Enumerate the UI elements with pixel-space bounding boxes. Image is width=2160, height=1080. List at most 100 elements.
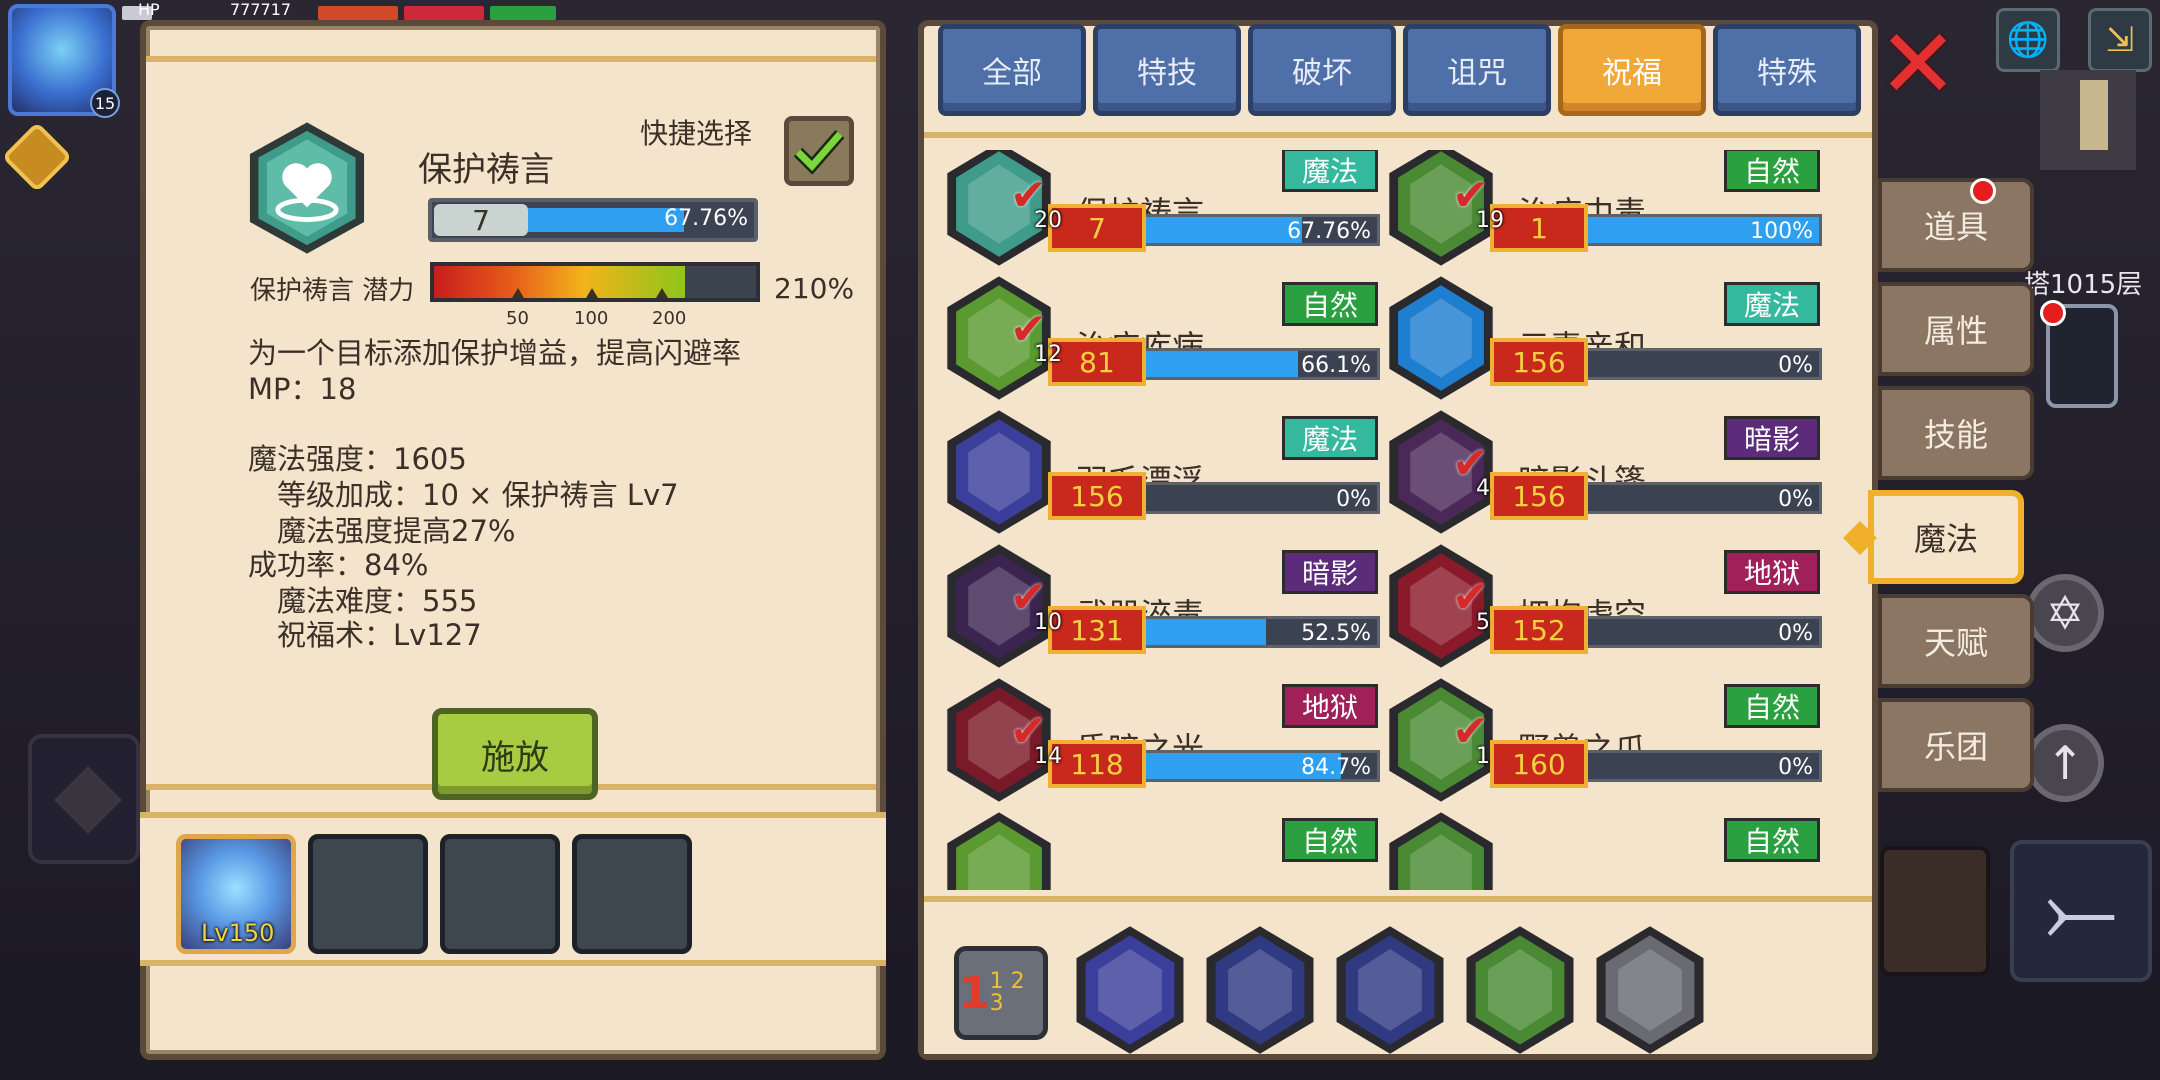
skill-row[interactable]: 魔法元素亲和0%156 bbox=[1386, 274, 1826, 404]
skill-progress-bar: 0% bbox=[1582, 482, 1822, 514]
skill-row[interactable]: 自然治疗疾病66.1%81✔12 bbox=[944, 274, 1384, 404]
poison-drop-icon[interactable] bbox=[1462, 924, 1578, 1056]
slot-page-switch[interactable]: 1 1 2 3 bbox=[954, 946, 1048, 1040]
potential-tick-label: 100 bbox=[574, 308, 609, 329]
skill-slot-count: 5 bbox=[1476, 610, 1490, 635]
hexagram-ring-icon[interactable]: ✡ bbox=[2026, 574, 2104, 652]
runner-icon[interactable] bbox=[1332, 924, 1448, 1056]
skill-progress-text: 0% bbox=[1336, 487, 1371, 512]
tab-5[interactable]: 特殊 bbox=[1713, 24, 1861, 116]
coin-icon[interactable] bbox=[1, 121, 73, 193]
skill-list-panel: 全部特技破坏诅咒祝福特殊 魔法保护祷言67.76%7✔20自然治疗中毒100%1… bbox=[918, 20, 1878, 1060]
arrow-icon[interactable] bbox=[1592, 924, 1708, 1056]
partial-icon bbox=[1386, 810, 1496, 890]
skill-progress-fill bbox=[1143, 351, 1298, 377]
skill-progress-fill bbox=[1143, 217, 1302, 243]
skill-level-number: 81 bbox=[1048, 338, 1146, 386]
skill-level-number: 156 bbox=[1490, 338, 1588, 386]
cast-button[interactable]: 施放 bbox=[432, 708, 598, 800]
skill-level-number: 131 bbox=[1048, 606, 1146, 654]
skill-progress-bar: 52.5% bbox=[1140, 616, 1380, 648]
skill-category-badge: 地狱 bbox=[1724, 550, 1820, 594]
dpad-left[interactable] bbox=[28, 734, 140, 864]
side-tab-5[interactable]: 乐团 bbox=[1878, 698, 2034, 792]
skill-level-number: 152 bbox=[1490, 606, 1588, 654]
skill-level-number: 156 bbox=[1490, 472, 1588, 520]
tabs-divider bbox=[924, 132, 1872, 138]
hp-value: 777717 bbox=[230, 0, 292, 19]
skill-row[interactable]: 地狱昏暗之光84.7%118✔14 bbox=[944, 676, 1384, 806]
exit-icon[interactable]: ⇲ bbox=[2088, 8, 2152, 72]
skill-category-badge: 地狱 bbox=[1282, 684, 1378, 728]
status-bar-green bbox=[490, 6, 556, 20]
skill-progress-text: 66.1% bbox=[1301, 353, 1371, 378]
skill-progress-bar: 67.76% bbox=[1140, 214, 1380, 246]
skill-level-number: 156 bbox=[1048, 472, 1146, 520]
skill-category-badge: 自然 bbox=[1282, 818, 1378, 862]
side-tab-1[interactable]: 属性 bbox=[1878, 282, 2034, 376]
skill-slot-count: 12 bbox=[1034, 342, 1062, 367]
skill-progress-bar: 0% bbox=[1582, 616, 1822, 648]
potential-tick-label: 200 bbox=[652, 308, 687, 329]
skill-row[interactable]: 自然治疗中毒100%1✔19 bbox=[1386, 150, 1826, 270]
globe-icon[interactable]: 🌐 bbox=[1996, 8, 2060, 72]
skill-row[interactable]: 自然 bbox=[1386, 810, 1826, 890]
quick-select-checkbox[interactable] bbox=[784, 116, 854, 186]
potential-label: 保护祷言 潜力 bbox=[250, 276, 415, 306]
skill-row[interactable]: 地狱拥抱虚空0%152✔5 bbox=[1386, 542, 1826, 672]
skill-row[interactable]: 自然 bbox=[944, 810, 1384, 890]
close-icon[interactable]: ✕ bbox=[1876, 8, 1960, 120]
skill-slot-count: 20 bbox=[1034, 208, 1062, 233]
skill-mp-cost: MP：18 bbox=[248, 372, 357, 406]
skill-level-bar: 66.1% 81 bbox=[1048, 338, 1380, 388]
notification-dot bbox=[1970, 178, 1996, 204]
skill-row[interactable]: 自然野兽之爪0%160✔1 bbox=[1386, 676, 1826, 806]
skill-level-number: 160 bbox=[1490, 740, 1588, 788]
skill-row[interactable]: 魔法保护祷言67.76%7✔20 bbox=[944, 150, 1384, 270]
skill-progress-text: 67.76% bbox=[1287, 219, 1371, 244]
skill-progress-bar: 66.1% bbox=[1140, 348, 1380, 380]
party-slot-empty[interactable] bbox=[308, 834, 428, 954]
skill-row[interactable]: 暗影暗影斗篷0%156✔4 bbox=[1386, 408, 1826, 538]
skill-level-bar: 52.5% 131 bbox=[1048, 606, 1380, 656]
skill-progress-bar: 0% bbox=[1582, 750, 1822, 782]
tab-2[interactable]: 破坏 bbox=[1248, 24, 1396, 116]
side-tab-0[interactable]: 道具 bbox=[1878, 178, 2034, 272]
weapon-slot[interactable] bbox=[1880, 846, 1990, 976]
skill-row[interactable]: 魔法羽毛漂浮0%156 bbox=[944, 408, 1384, 538]
skill-slot-count: 1 bbox=[1476, 744, 1490, 769]
bow-icon[interactable]: ⤚ bbox=[2010, 840, 2152, 982]
phone-notification-dot bbox=[2040, 300, 2066, 326]
side-tab-2[interactable]: 技能 bbox=[1878, 386, 2034, 480]
skill-progress-text: 0% bbox=[1778, 755, 1813, 780]
skill-row[interactable]: 暗影武器淬毒52.5%131✔10 bbox=[944, 542, 1384, 672]
potential-tick-200 bbox=[656, 288, 668, 298]
eye-icon[interactable] bbox=[1072, 924, 1188, 1056]
tab-0[interactable]: 全部 bbox=[938, 24, 1086, 116]
heart-icon bbox=[246, 120, 368, 256]
potential-tick-100 bbox=[586, 288, 598, 298]
hp-label: HP bbox=[138, 0, 160, 19]
party-slot-hero[interactable]: Lv150 bbox=[176, 834, 296, 954]
droplets-icon bbox=[1386, 274, 1496, 402]
tab-3[interactable]: 诅咒 bbox=[1403, 24, 1551, 116]
skill-detail-panel: 保护祷言 快捷选择 7 67.76% 保护祷言 潜力 50 100 200 21… bbox=[140, 20, 886, 1060]
tab-4[interactable]: 祝福 bbox=[1558, 24, 1706, 116]
boot-icon[interactable] bbox=[1202, 924, 1318, 1056]
party-slot-empty[interactable] bbox=[572, 834, 692, 954]
skill-list[interactable]: 魔法保护祷言67.76%7✔20自然治疗中毒100%1✔19自然治疗疾病66.1… bbox=[944, 150, 1854, 890]
skill-progress-bar: 0% bbox=[1140, 482, 1380, 514]
party-slot-empty[interactable] bbox=[440, 834, 560, 954]
skill-category-badge: 自然 bbox=[1724, 684, 1820, 728]
skill-progress-text: 0% bbox=[1778, 487, 1813, 512]
side-tab-4[interactable]: 天赋 bbox=[1878, 594, 2034, 688]
side-tab-3[interactable]: 魔法 bbox=[1868, 490, 2024, 584]
partial-icon bbox=[944, 810, 1054, 890]
arrow-ring-icon[interactable]: ↑ bbox=[2026, 724, 2104, 802]
player-avatar[interactable]: 15 bbox=[8, 4, 120, 118]
tab-1[interactable]: 特技 bbox=[1093, 24, 1241, 116]
skill-slot-count: 14 bbox=[1034, 744, 1062, 769]
skill-category-badge: 自然 bbox=[1282, 282, 1378, 326]
minimap[interactable] bbox=[2040, 70, 2136, 170]
skill-name: 保护祷言 bbox=[418, 150, 554, 190]
